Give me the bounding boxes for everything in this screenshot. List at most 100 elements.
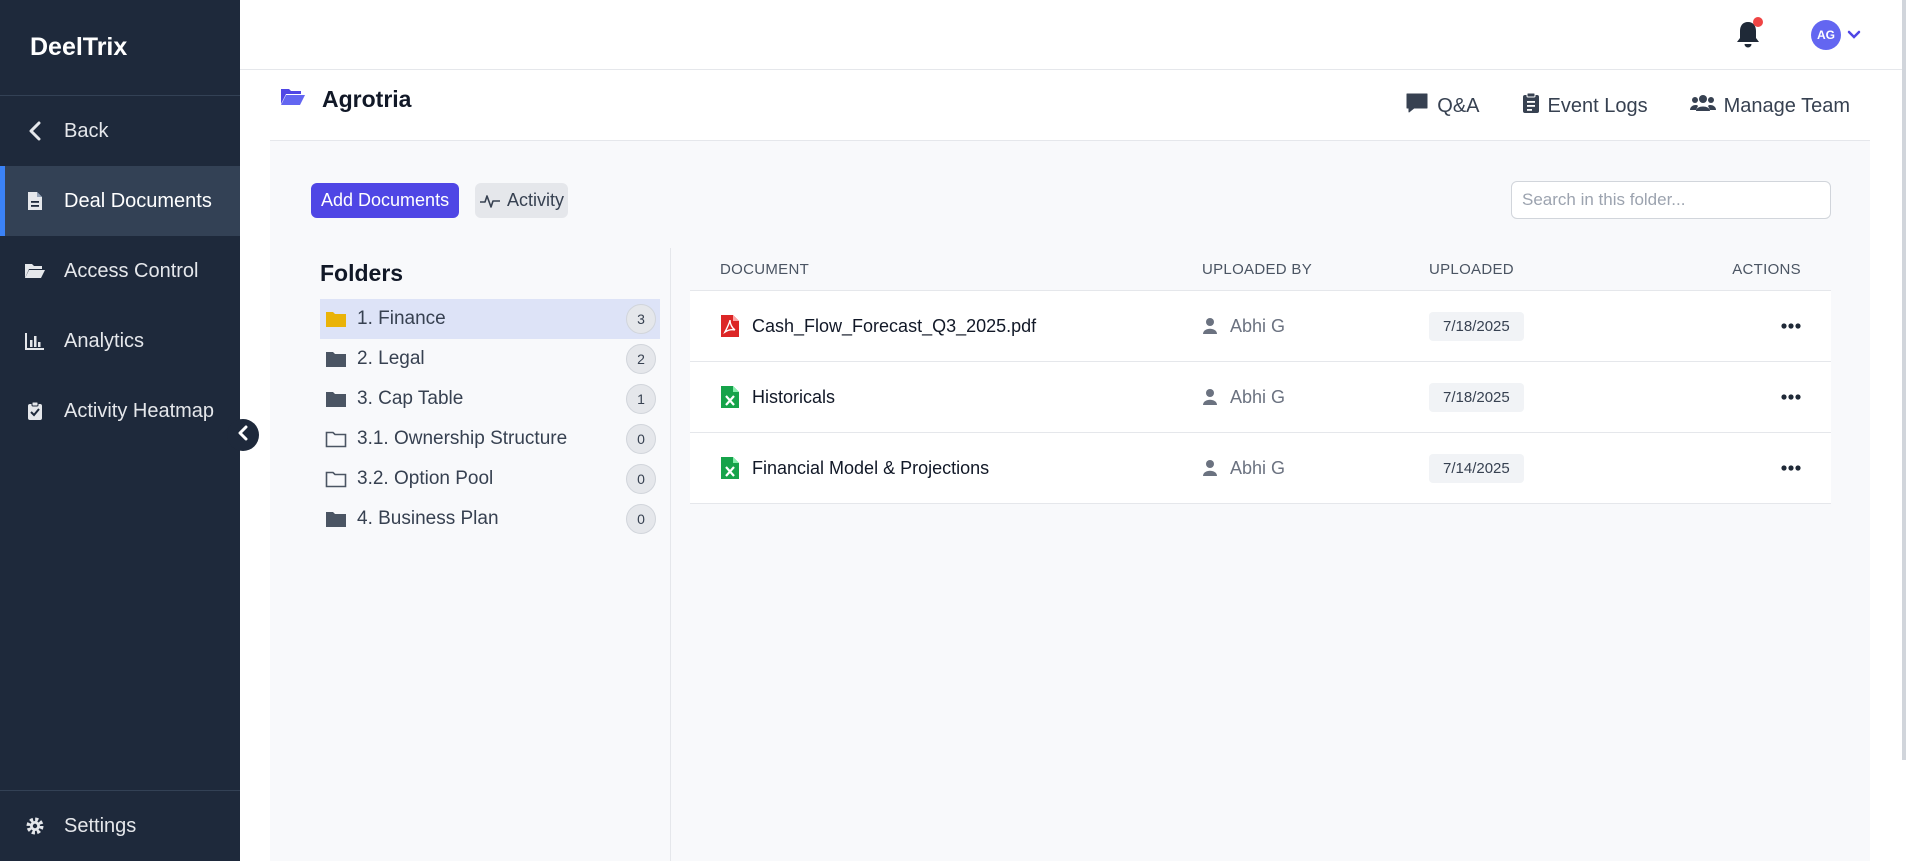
user-icon (1202, 388, 1218, 406)
documents-table: DOCUMENT UPLOADED BY UPLOADED ACTIONS Ca… (690, 248, 1831, 504)
sidebar-item-activity-heatmap[interactable]: Activity Heatmap (0, 376, 240, 446)
uploader-name: Abhi G (1230, 315, 1286, 336)
table-header: DOCUMENT UPLOADED BY UPLOADED ACTIONS (690, 248, 1831, 291)
main-content: Add Documents Activity Folders 1. Financ… (270, 141, 1870, 861)
activity-button[interactable]: Activity (475, 183, 569, 218)
excel-file-icon (720, 385, 740, 409)
folder-icon (326, 312, 346, 327)
folder-count-badge: 3 (626, 304, 656, 334)
manage-team-label: Manage Team (1723, 94, 1850, 117)
uploaded-by-cell: Abhi G (1202, 387, 1429, 408)
sidebar-item-back[interactable]: Back (0, 96, 240, 166)
more-actions-button[interactable] (1781, 316, 1801, 336)
actions-cell (1729, 458, 1831, 478)
pulse-icon (479, 193, 501, 209)
sidebar-item-settings[interactable]: Settings (0, 791, 240, 861)
search-input[interactable] (1511, 181, 1831, 219)
document-cell: Financial Model & Projections (690, 456, 1202, 480)
gear-icon (24, 815, 46, 837)
folders-panel: Folders 1. Finance 3 2. Legal 2 3. Cap T… (320, 248, 670, 539)
sidebar-footer: Settings (0, 790, 240, 861)
actions-cell (1729, 387, 1831, 407)
sidebar-collapse-button[interactable] (227, 419, 259, 451)
folders-title: Folders (320, 260, 404, 286)
folder-label: 1. Finance (357, 308, 446, 329)
project-actions: Q&A Event Logs Manage Team (1405, 92, 1850, 120)
folder-icon (326, 352, 346, 367)
ellipsis-icon (1781, 465, 1801, 471)
add-documents-button[interactable]: Add Documents (311, 183, 460, 218)
sidebar-item-label: Settings (64, 814, 137, 837)
folder-open-icon (24, 260, 46, 282)
chart-icon (24, 330, 46, 352)
page-scrollbar[interactable] (1902, 0, 1906, 760)
uploader-name: Abhi G (1230, 386, 1286, 407)
uploaded-cell: 7/18/2025 (1429, 382, 1729, 412)
project-header: Agrotria Q&A Event Logs Manage Team (270, 70, 1870, 141)
uploaded-by-cell: Abhi G (1202, 316, 1429, 337)
folder-count-badge: 2 (626, 344, 656, 374)
sidebar-item-label: Activity Heatmap (64, 399, 215, 422)
upload-date-badge: 7/18/2025 (1429, 311, 1524, 341)
more-actions-button[interactable] (1781, 458, 1801, 478)
uploaded-cell: 7/14/2025 (1429, 453, 1729, 483)
folder-item-finance[interactable]: 1. Finance 3 (320, 299, 660, 339)
uploaded-cell: 7/18/2025 (1429, 311, 1729, 341)
column-header-document[interactable]: DOCUMENT (690, 261, 1202, 278)
chevron-left-icon (24, 120, 46, 142)
sidebar-item-access-control[interactable]: Access Control (0, 236, 240, 306)
activity-label: Activity (507, 190, 565, 210)
folder-icon (326, 392, 346, 407)
column-header-uploaded[interactable]: UPLOADED (1429, 261, 1729, 278)
user-menu-button[interactable]: AG (1811, 20, 1861, 50)
folder-item-cap-table[interactable]: 3. Cap Table 1 (320, 379, 660, 419)
upload-date-badge: 7/14/2025 (1429, 453, 1524, 483)
event-logs-button[interactable]: Event Logs (1522, 92, 1648, 120)
folder-outline-icon (325, 471, 347, 488)
folder-item-legal[interactable]: 2. Legal 2 (320, 339, 660, 379)
upload-date-badge: 7/18/2025 (1429, 382, 1524, 412)
pdf-file-icon (720, 314, 740, 338)
table-row[interactable]: Financial Model & Projections Abhi G 7/1… (690, 433, 1831, 504)
qa-button[interactable]: Q&A (1405, 92, 1480, 120)
document-name-link[interactable]: Historicals (752, 387, 835, 408)
sidebar-item-analytics[interactable]: Analytics (0, 306, 240, 376)
ellipsis-icon (1781, 323, 1801, 329)
folder-icon (326, 512, 346, 527)
folder-outline-icon (325, 431, 347, 448)
folder-count-badge: 1 (626, 384, 656, 414)
more-actions-button[interactable] (1781, 387, 1801, 407)
folder-item-business-plan[interactable]: 4. Business Plan 0 (320, 499, 660, 539)
column-header-actions: ACTIONS (1732, 261, 1801, 278)
clipboard-check-icon (24, 400, 46, 422)
folder-label: 3. Cap Table (357, 388, 464, 409)
column-header-uploaded-by[interactable]: UPLOADED BY (1202, 261, 1429, 278)
folder-item-ownership-structure[interactable]: 3.1. Ownership Structure 0 (320, 419, 660, 459)
page-title: Agrotria (322, 86, 412, 112)
brand-logo: DeelTrix (0, 0, 240, 96)
table-row[interactable]: Cash_Flow_Forecast_Q3_2025.pdf Abhi G 7/… (690, 291, 1831, 362)
folder-label: 3.2. Option Pool (357, 468, 494, 489)
sidebar-item-label: Deal Documents (64, 189, 212, 212)
sidebar-item-deal-documents[interactable]: Deal Documents (0, 166, 240, 236)
notification-bell-button[interactable] (1735, 17, 1763, 50)
bell-icon (1735, 22, 1761, 54)
project-title-group: Agrotria (280, 86, 411, 113)
table-row[interactable]: Historicals Abhi G 7/18/2025 (690, 362, 1831, 433)
folder-item-option-pool[interactable]: 3.2. Option Pool 0 (320, 459, 660, 499)
folder-label: 2. Legal (357, 348, 425, 369)
sidebar: DeelTrix Back Deal Documents Access Cont… (0, 0, 240, 861)
user-icon (1202, 459, 1218, 477)
uploaded-by-cell: Abhi G (1202, 458, 1429, 479)
manage-team-button[interactable]: Manage Team (1689, 93, 1850, 119)
uploader-name: Abhi G (1230, 457, 1286, 478)
document-name-link[interactable]: Cash_Flow_Forecast_Q3_2025.pdf (752, 316, 1036, 337)
folder-count-badge: 0 (626, 504, 656, 534)
folder-label: 3.1. Ownership Structure (357, 428, 568, 449)
top-bar (240, 0, 1906, 70)
user-icon (1202, 317, 1218, 335)
document-cell: Historicals (690, 385, 1202, 409)
ellipsis-icon (1781, 394, 1801, 400)
avatar: AG (1811, 20, 1841, 50)
document-name-link[interactable]: Financial Model & Projections (752, 458, 989, 479)
